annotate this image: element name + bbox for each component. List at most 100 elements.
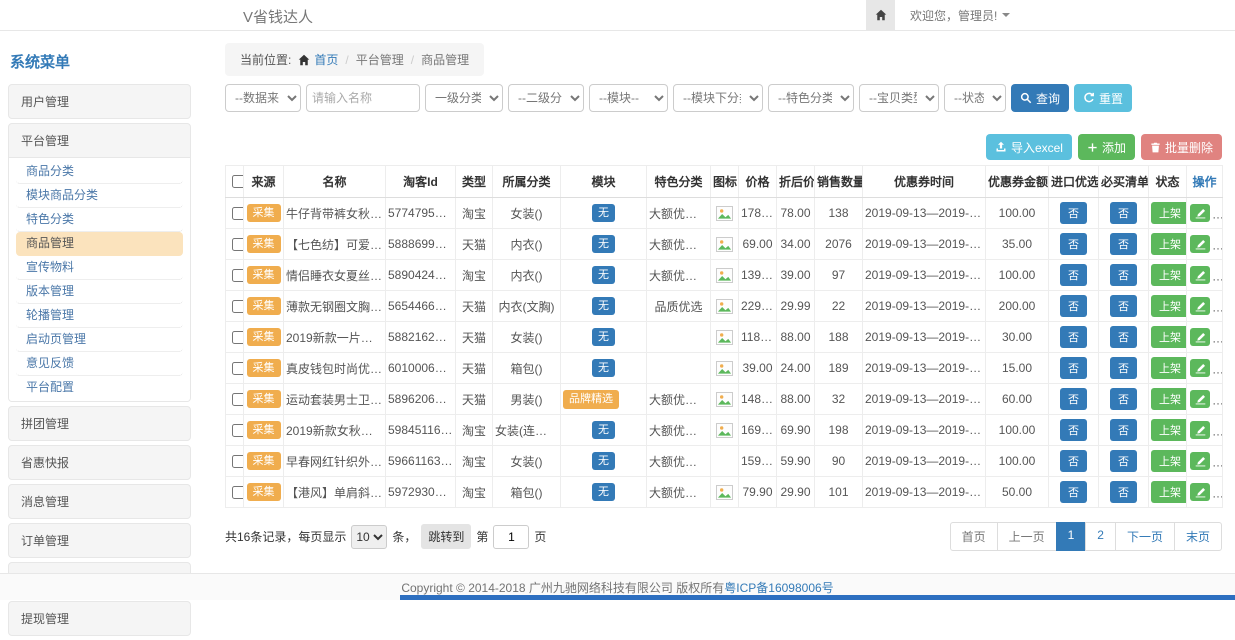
import-select-toggle[interactable]: 否: [1060, 326, 1087, 348]
import-select-toggle[interactable]: 否: [1060, 388, 1087, 410]
sidebar-section-heading[interactable]: 省惠快报: [9, 446, 190, 479]
edit-button[interactable]: [1190, 452, 1210, 470]
filter-item-type[interactable]: --宝贝类型--: [859, 84, 939, 112]
status-button[interactable]: 上架: [1151, 264, 1187, 286]
user-menu[interactable]: 欢迎您，管理员!: [895, 0, 1025, 30]
must-buy-cell: 否: [1099, 384, 1149, 415]
row-checkbox[interactable]: [232, 486, 244, 499]
must-buy-toggle[interactable]: 否: [1110, 264, 1137, 286]
page-button[interactable]: 下一页: [1115, 522, 1175, 551]
page-button[interactable]: 2: [1085, 522, 1116, 551]
edit-button[interactable]: [1190, 421, 1210, 439]
sidebar-subitem[interactable]: 启动页管理: [16, 328, 183, 352]
home-button[interactable]: [866, 0, 895, 30]
sidebar-section-heading[interactable]: 用户管理: [9, 85, 190, 118]
must-buy-toggle[interactable]: 否: [1110, 233, 1137, 255]
status-button[interactable]: 上架: [1151, 450, 1187, 472]
row-checkbox[interactable]: [232, 424, 244, 437]
sidebar-subitem[interactable]: 轮播管理: [16, 304, 183, 328]
row-checkbox[interactable]: [232, 455, 244, 468]
batch-delete-button[interactable]: 批量删除: [1141, 134, 1222, 160]
sidebar-section-heading[interactable]: 拼团管理: [9, 407, 190, 440]
sidebar-subitem[interactable]: 商品分类: [16, 160, 183, 184]
edit-button[interactable]: [1190, 266, 1210, 284]
import-excel-button[interactable]: 导入excel: [986, 134, 1072, 160]
sidebar-section-heading[interactable]: 提现管理: [9, 602, 190, 635]
row-checkbox[interactable]: [232, 393, 244, 406]
status-button[interactable]: 上架: [1151, 295, 1187, 317]
status-button[interactable]: 上架: [1151, 388, 1187, 410]
edit-button[interactable]: [1190, 328, 1210, 346]
page-button[interactable]: 首页: [950, 522, 998, 551]
must-buy-toggle[interactable]: 否: [1110, 326, 1137, 348]
status-button[interactable]: 上架: [1151, 481, 1187, 503]
query-button[interactable]: 查询: [1011, 84, 1069, 112]
edit-button[interactable]: [1190, 204, 1210, 222]
import-select-toggle[interactable]: 否: [1060, 202, 1087, 224]
filter-level1-category[interactable]: 一级分类: [425, 84, 503, 112]
page-button[interactable]: 末页: [1174, 522, 1222, 551]
row-checkbox[interactable]: [232, 238, 244, 251]
row-checkbox[interactable]: [232, 269, 244, 282]
import-select-toggle[interactable]: 否: [1060, 481, 1087, 503]
filter-level2-category[interactable]: --二级分类--: [508, 84, 584, 112]
status-button[interactable]: 上架: [1151, 357, 1187, 379]
add-button[interactable]: 添加: [1078, 134, 1135, 160]
must-buy-toggle[interactable]: 否: [1110, 450, 1137, 472]
filter-status[interactable]: --状态--: [944, 84, 1006, 112]
product-category: 内衣(文胸): [493, 291, 561, 322]
filter-feature-category[interactable]: --特色分类--: [768, 84, 854, 112]
row-checkbox[interactable]: [232, 207, 244, 220]
column-header: 进口优选: [1049, 166, 1099, 198]
sidebar-subitem[interactable]: 商品管理: [16, 232, 183, 256]
sidebar-section-heading[interactable]: 订单管理: [9, 524, 190, 557]
status-button[interactable]: 上架: [1151, 419, 1187, 441]
sidebar-subitem[interactable]: 特色分类: [16, 208, 183, 232]
sidebar-subitem[interactable]: 意见反馈: [16, 352, 183, 376]
filter-module[interactable]: --模块--: [589, 84, 668, 112]
select-all-checkbox[interactable]: [232, 175, 244, 188]
sidebar-subitem[interactable]: 平台配置: [16, 376, 183, 399]
must-buy-toggle[interactable]: 否: [1110, 481, 1137, 503]
must-buy-toggle[interactable]: 否: [1110, 202, 1137, 224]
import-select-toggle[interactable]: 否: [1060, 419, 1087, 441]
sidebar-subitem[interactable]: 模块商品分类: [16, 184, 183, 208]
row-checkbox[interactable]: [232, 362, 244, 375]
edit-button[interactable]: [1190, 359, 1210, 377]
status-button[interactable]: 上架: [1151, 233, 1187, 255]
must-buy-toggle[interactable]: 否: [1110, 388, 1137, 410]
import-select-toggle[interactable]: 否: [1060, 264, 1087, 286]
import-select-toggle[interactable]: 否: [1060, 295, 1087, 317]
must-buy-toggle[interactable]: 否: [1110, 419, 1137, 441]
import-select-toggle[interactable]: 否: [1060, 450, 1087, 472]
row-checkbox[interactable]: [232, 300, 244, 313]
must-buy-toggle[interactable]: 否: [1110, 295, 1137, 317]
import-select-toggle[interactable]: 否: [1060, 233, 1087, 255]
edit-button[interactable]: [1190, 390, 1210, 408]
filter-data-source[interactable]: --数据来源--: [225, 84, 301, 112]
column-header: 类型: [456, 166, 493, 198]
status-button[interactable]: 上架: [1151, 326, 1187, 348]
filter-name-search[interactable]: [306, 84, 420, 112]
edit-button[interactable]: [1190, 235, 1210, 253]
page-number-input[interactable]: [493, 525, 529, 549]
import-select-toggle[interactable]: 否: [1060, 357, 1087, 379]
main-content: 当前位置: 首页 / 平台管理 / 商品管理 --数据来源--一级分类--二级分…: [225, 43, 1222, 551]
status-button[interactable]: 上架: [1151, 202, 1187, 224]
icp-link[interactable]: 粤ICP备16098006号: [724, 579, 833, 596]
sidebar-section-heading[interactable]: 平台管理: [9, 124, 190, 157]
edit-button[interactable]: [1190, 297, 1210, 315]
filter-module-subcategory[interactable]: --模块下分类--: [673, 84, 763, 112]
row-checkbox[interactable]: [232, 331, 244, 344]
edit-button[interactable]: [1190, 483, 1210, 501]
reset-button[interactable]: 重置: [1074, 84, 1132, 112]
page-button[interactable]: 1: [1056, 522, 1087, 551]
per-page-select[interactable]: 10: [351, 525, 387, 549]
sidebar-subitem[interactable]: 宣传物料: [16, 256, 183, 280]
sidebar-section-heading[interactable]: 消息管理: [9, 485, 190, 518]
page-button[interactable]: 上一页: [997, 522, 1057, 551]
sidebar-subitem[interactable]: 版本管理: [16, 280, 183, 304]
jump-button[interactable]: 跳转到: [421, 524, 471, 549]
must-buy-toggle[interactable]: 否: [1110, 357, 1137, 379]
breadcrumb-home-link[interactable]: 首页: [298, 51, 338, 68]
